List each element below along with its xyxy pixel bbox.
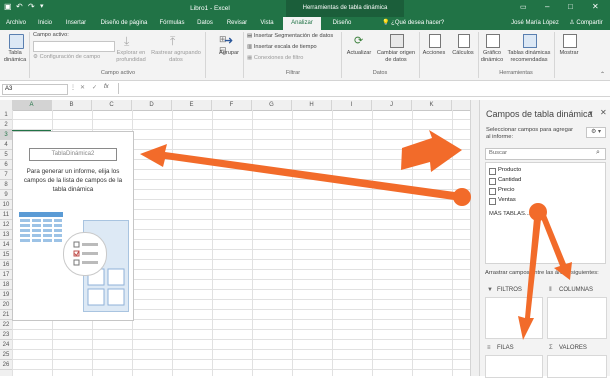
annotation-arrows bbox=[140, 130, 572, 340]
arrow-to-rows bbox=[518, 218, 541, 340]
arrow-to-columns bbox=[541, 215, 572, 280]
arrow-origin-dot bbox=[453, 188, 471, 206]
arrow-to-pane bbox=[401, 130, 462, 172]
